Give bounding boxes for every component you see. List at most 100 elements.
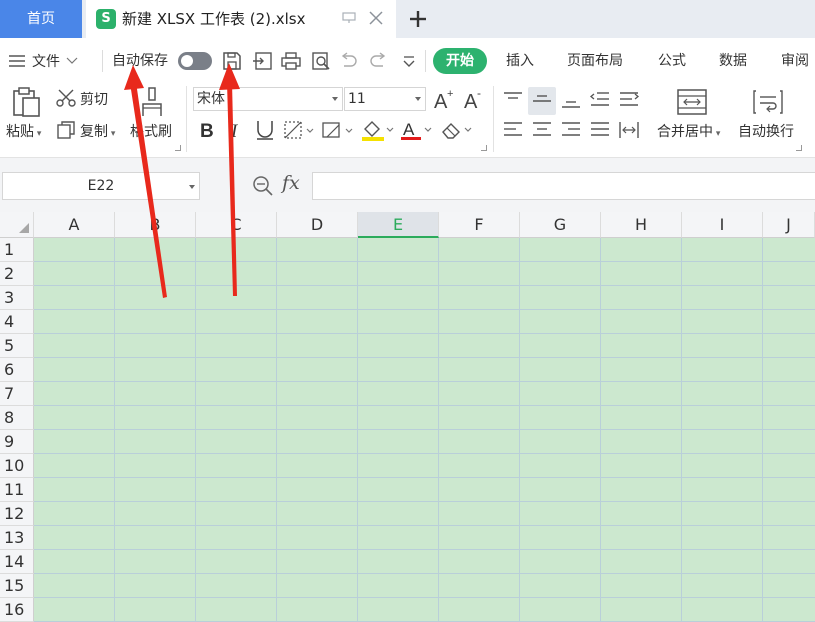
italic-icon[interactable]: I — [226, 118, 246, 142]
export-icon[interactable] — [252, 51, 274, 71]
formula-input[interactable] — [312, 172, 815, 200]
autosave-toggle[interactable] — [178, 52, 212, 70]
tab-document[interactable]: S 新建 XLSX 工作表 (2).xlsx — [86, 0, 396, 38]
column-header-e[interactable]: E — [358, 212, 439, 238]
divider — [186, 86, 187, 152]
copy-button[interactable]: 复制 ▾ — [80, 122, 115, 144]
scissors-icon[interactable] — [56, 88, 76, 108]
clear-format-eraser-icon[interactable] — [440, 118, 474, 142]
row-header-12[interactable]: 12 — [0, 502, 34, 526]
cell-style-icon[interactable] — [321, 120, 355, 140]
tab-review[interactable]: 审阅 — [781, 50, 809, 72]
row-header-2[interactable]: 2 — [0, 262, 34, 286]
wrap-text-button[interactable]: 自动换行 — [738, 122, 794, 142]
justify-icon[interactable] — [589, 120, 611, 140]
wrap-text-icon[interactable] — [752, 88, 784, 116]
row-header-7[interactable]: 7 — [0, 382, 34, 406]
increase-font-size-icon[interactable]: A + — [432, 87, 456, 111]
column-header-d[interactable]: D — [277, 212, 358, 238]
column-header-a[interactable]: A — [34, 212, 115, 238]
file-menu[interactable]: 文件 — [8, 50, 78, 72]
row-header-3[interactable]: 3 — [0, 286, 34, 310]
undo-icon[interactable] — [338, 51, 360, 71]
row-header-14[interactable]: 14 — [0, 550, 34, 574]
cut-button[interactable]: 剪切 — [80, 90, 108, 110]
copy-icon[interactable] — [56, 120, 76, 140]
column-header-g[interactable]: G — [520, 212, 601, 238]
name-box[interactable]: E22 — [2, 172, 200, 200]
tab-home[interactable]: 首页 — [0, 0, 82, 38]
column-header-h[interactable]: H — [601, 212, 682, 238]
increase-indent-icon[interactable] — [618, 90, 640, 110]
format-painter-button[interactable]: 格式刷 — [130, 122, 172, 142]
align-middle-icon[interactable] — [531, 90, 553, 110]
print-icon[interactable] — [280, 51, 302, 71]
borders-icon[interactable] — [283, 120, 315, 140]
find-zoom-icon[interactable] — [252, 175, 274, 197]
document-title: 新建 XLSX 工作表 (2).xlsx — [122, 10, 306, 28]
close-tab-icon[interactable] — [368, 10, 384, 26]
fill-color-icon[interactable] — [361, 118, 395, 142]
cell-grid[interactable] — [34, 238, 815, 622]
tab-insert[interactable]: 插入 — [506, 50, 534, 72]
customize-toolbar-chevron-icon[interactable] — [398, 51, 420, 71]
font-color-icon[interactable]: A — [400, 118, 434, 142]
distributed-align-icon[interactable] — [618, 120, 640, 140]
underline-icon[interactable] — [254, 118, 276, 142]
formula-bar: E22 fx — [0, 158, 815, 212]
row-header-10[interactable]: 10 — [0, 454, 34, 478]
column-header-c[interactable]: C — [196, 212, 277, 238]
align-right-icon[interactable] — [560, 120, 582, 140]
row-header-1[interactable]: 1 — [0, 238, 34, 262]
file-menu-label: 文件 — [32, 54, 60, 70]
column-header-i[interactable]: I — [682, 212, 763, 238]
font-size-select[interactable]: 11 — [344, 87, 426, 111]
ribbon-toolbar: 粘贴 ▾ 剪切 复制 ▾ 格式刷 宋体 11 A + A - B I A 合并居… — [0, 82, 815, 158]
paste-button[interactable]: 粘贴 ▾ — [6, 122, 41, 144]
bold-icon[interactable]: B — [198, 118, 218, 142]
merge-center-button[interactable]: 合并居中 ▾ — [657, 122, 720, 144]
tab-start[interactable]: 开始 — [433, 48, 487, 74]
tab-data[interactable]: 数据 — [719, 50, 747, 72]
svg-text:-: - — [477, 87, 481, 100]
alignment-group-launcher[interactable] — [796, 145, 802, 151]
save-icon[interactable] — [221, 51, 243, 71]
divider — [425, 50, 426, 72]
row-header-9[interactable]: 9 — [0, 430, 34, 454]
merge-center-icon[interactable] — [676, 88, 708, 116]
row-header-4[interactable]: 4 — [0, 310, 34, 334]
row-header-15[interactable]: 15 — [0, 574, 34, 598]
decrease-font-size-icon[interactable]: A - — [462, 87, 486, 111]
row-header-5[interactable]: 5 — [0, 334, 34, 358]
clipboard-group-launcher[interactable] — [175, 145, 181, 151]
svg-text:A: A — [403, 120, 415, 139]
tab-formulas[interactable]: 公式 — [658, 50, 686, 72]
row-header-16[interactable]: 16 — [0, 598, 34, 622]
column-header-f[interactable]: F — [439, 212, 520, 238]
row-header-11[interactable]: 11 — [0, 478, 34, 502]
row-header-8[interactable]: 8 — [0, 406, 34, 430]
font-name-select[interactable]: 宋体 — [193, 87, 343, 111]
column-header-b[interactable]: B — [115, 212, 196, 238]
font-group-launcher[interactable] — [481, 145, 487, 151]
insert-function-button[interactable]: fx — [282, 172, 300, 194]
paste-icon[interactable] — [10, 86, 42, 118]
align-left-icon[interactable] — [502, 120, 524, 140]
column-header-j[interactable]: J — [763, 212, 815, 238]
align-top-icon[interactable] — [502, 90, 524, 110]
format-painter-icon[interactable] — [140, 86, 164, 118]
tab-page-layout[interactable]: 页面布局 — [567, 50, 623, 72]
svg-text:B: B — [200, 121, 214, 142]
window-pin-icon[interactable] — [342, 12, 356, 24]
decrease-indent-icon[interactable] — [589, 90, 611, 110]
redo-icon[interactable] — [367, 51, 389, 71]
cell-reference: E22 — [87, 178, 115, 194]
new-tab-plus-icon[interactable] — [404, 6, 432, 32]
align-center-icon[interactable] — [531, 120, 553, 140]
row-header-13[interactable]: 13 — [0, 526, 34, 550]
select-all-corner[interactable] — [0, 212, 34, 238]
divider — [493, 86, 494, 152]
print-preview-icon[interactable] — [310, 51, 332, 71]
align-bottom-icon[interactable] — [560, 90, 582, 110]
row-header-6[interactable]: 6 — [0, 358, 34, 382]
